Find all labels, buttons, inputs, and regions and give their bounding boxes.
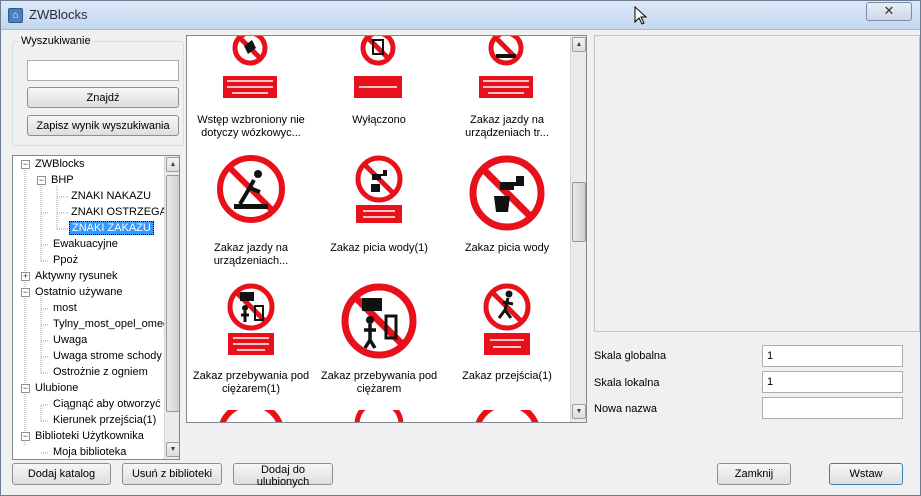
save-search-results-button[interactable]: Zapisz wynik wyszukiwania — [27, 115, 179, 136]
title-bar: ⌂ ZWBlocks ✕ — [1, 1, 920, 30]
grid-scroll-down-icon[interactable]: ▼ — [572, 404, 586, 419]
block-grid[interactable]: Wstęp wzbroniony nie dotyczy wózkowyc...… — [186, 35, 587, 423]
search-group-label: Wyszukiwanie — [20, 35, 92, 47]
tree-node-ostatnio-uzywane[interactable]: Ostatnio używane — [33, 284, 124, 300]
search-group: Wyszukiwanie Znajdź Zapisz wynik wyszuki… — [12, 35, 184, 146]
find-button[interactable]: Znajdź — [27, 87, 179, 108]
tree-node-znaki-nakazu[interactable]: ZNAKI NAKAZU — [69, 188, 153, 204]
tree-scroll-up-icon[interactable]: ▲ — [166, 157, 179, 172]
tree-node-ulubione[interactable]: Ulubione — [33, 380, 80, 396]
collapse-zwblocks-icon[interactable]: − — [21, 160, 30, 169]
partial-sign-icon — [219, 410, 283, 422]
block-item[interactable]: Zakaz przejścia(1) — [443, 282, 571, 402]
tree-node-tylny-most[interactable]: Tylny_most_opel_omeg — [51, 316, 171, 332]
block-caption-line-1: Zakaz jazdy na — [214, 242, 288, 254]
collapse-biblioteki-uzytkownika-icon[interactable]: − — [21, 432, 30, 441]
local-scale-input[interactable] — [762, 371, 903, 393]
block-caption-line-2: dotyczy wózkowyc... — [201, 127, 301, 139]
no-entry-forklift-sign-icon — [219, 36, 281, 100]
block-caption-line-1: Zakaz jazdy na — [470, 114, 544, 126]
block-caption-line-1: Zakaz przebywania pod — [320, 370, 438, 382]
search-input[interactable] — [27, 60, 179, 81]
tree-scroll-down-icon[interactable]: ▼ — [166, 442, 179, 457]
new-name-input[interactable] — [762, 397, 903, 419]
block-item[interactable]: Zakaz przebywania pod ciężarem — [315, 282, 443, 402]
local-scale-label: Skala lokalna — [594, 377, 660, 389]
grid-scrollbar[interactable]: ▲ ▼ — [570, 36, 586, 422]
collapse-bhp-icon[interactable]: − — [37, 176, 46, 185]
no-drinking-water-sign-icon — [469, 155, 545, 231]
block-preview-panel — [594, 35, 920, 332]
block-item[interactable]: Zakaz picia wody(1) — [315, 150, 443, 272]
tree-node-bhp[interactable]: BHP — [49, 172, 76, 188]
library-tree[interactable]: − ZWBlocks − BHP ZNAKI NAKAZU ZNAKI OSTR… — [12, 155, 180, 460]
partial-sign-icon — [475, 410, 539, 422]
no-drinking-water-labeled-sign-icon — [355, 155, 403, 223]
block-caption-line-2: urządzeniach tr... — [465, 127, 549, 139]
block-caption-line-2: urządzeniach... — [213, 255, 289, 267]
tree-node-ostroznie-z-ogniem[interactable]: Ostrożnie z ogniem — [51, 364, 150, 380]
mouse-cursor-icon — [634, 6, 648, 25]
add-catalog-button[interactable]: Dodaj katalog — [12, 463, 111, 485]
grid-scroll-thumb[interactable] — [572, 182, 586, 242]
grid-scroll-up-icon[interactable]: ▲ — [572, 37, 586, 52]
no-standing-under-load-labeled-sign-icon — [227, 283, 275, 355]
tree-node-znaki-zakazu[interactable]: ZNAKI ZAKAZU — [69, 220, 154, 236]
no-riding-sign-icon — [217, 155, 285, 223]
remove-from-library-button[interactable]: Usuń z biblioteki — [122, 463, 222, 485]
block-item[interactable]: Zakaz przebywania pod ciężarem(1) — [187, 282, 315, 402]
block-caption-line-2: ciężarem(1) — [221, 383, 281, 395]
tree-node-znaki-ostrzegawcze[interactable]: ZNAKI OSTRZEGAW — [69, 204, 179, 220]
block-caption-line-1: Wyłączono — [352, 114, 406, 126]
block-caption-line-1: Zakaz przebywania pod — [192, 370, 310, 382]
no-riding-conveyor-sign-icon — [479, 36, 533, 98]
close-button[interactable]: Zamknij — [717, 463, 791, 485]
window-title: ZWBlocks — [29, 7, 88, 22]
partial-sign-icon — [354, 410, 404, 422]
block-item[interactable]: Zakaz picia wody — [443, 150, 571, 272]
close-window-button[interactable]: ✕ — [866, 2, 912, 21]
collapse-ulubione-icon[interactable]: − — [21, 384, 30, 393]
tree-node-kierunek-przejscia[interactable]: Kierunek przejścia(1) — [51, 412, 158, 428]
block-caption-line-1: Zakaz picia wody(1) — [330, 242, 428, 254]
switched-off-sign-icon — [354, 36, 402, 98]
app-icon: ⌂ — [8, 8, 23, 23]
tree-scrollbar[interactable]: ▲ ▼ — [164, 156, 179, 459]
block-item[interactable]: Zakaz jazdy na urządzeniach tr... — [443, 36, 571, 146]
tree-node-biblioteki-uzytkownika[interactable]: Biblioteki Użytkownika — [33, 428, 146, 444]
block-item[interactable]: Zakaz jazdy na urządzeniach... — [187, 150, 315, 272]
tree-node-uwaga[interactable]: Uwaga — [51, 332, 89, 348]
expand-aktywny-rysunek-icon[interactable]: + — [21, 272, 30, 281]
tree-scroll-thumb[interactable] — [166, 175, 179, 412]
add-to-favorites-button[interactable]: Dodaj do ulubionych — [233, 463, 333, 488]
tree-node-ciagnac-aby-otworzyc[interactable]: Ciągnąć aby otworzyć — [51, 396, 163, 412]
tree-node-ewakuacyjne[interactable]: Ewakuacyjne — [51, 236, 120, 252]
tree-node-ppoz[interactable]: Ppoż — [51, 252, 80, 268]
block-item[interactable]: Wstęp wzbroniony nie dotyczy wózkowyc... — [187, 36, 315, 146]
global-scale-label: Skala globalna — [594, 350, 667, 362]
block-caption-line-1: Wstęp wzbroniony nie — [197, 114, 305, 126]
tree-node-most[interactable]: most — [51, 300, 79, 316]
no-passage-labeled-sign-icon — [483, 283, 531, 355]
global-scale-input[interactable] — [762, 345, 903, 367]
new-name-label: Nowa nazwa — [594, 403, 657, 415]
block-caption-line-2: ciężarem — [356, 383, 402, 395]
block-item[interactable]: Wyłączono — [315, 36, 443, 146]
insert-button[interactable]: Wstaw — [829, 463, 903, 485]
collapse-ostatnio-uzywane-icon[interactable]: − — [21, 288, 30, 297]
tree-node-zwblocks[interactable]: ZWBlocks — [33, 156, 87, 172]
block-caption-line-1: Zakaz przejścia(1) — [462, 370, 552, 382]
no-standing-under-load-sign-icon — [341, 283, 417, 359]
tree-node-moja-biblioteka[interactable]: Moja biblioteka — [51, 444, 128, 459]
zwblocks-window: ⌂ ZWBlocks ✕ Wyszukiwanie Znajdź Zapisz … — [0, 0, 921, 496]
tree-node-uwaga-strome-schody[interactable]: Uwaga strome schody — [51, 348, 164, 364]
tree-node-aktywny-rysunek[interactable]: Aktywny rysunek — [33, 268, 120, 284]
block-caption-line-1: Zakaz picia wody — [464, 242, 550, 254]
